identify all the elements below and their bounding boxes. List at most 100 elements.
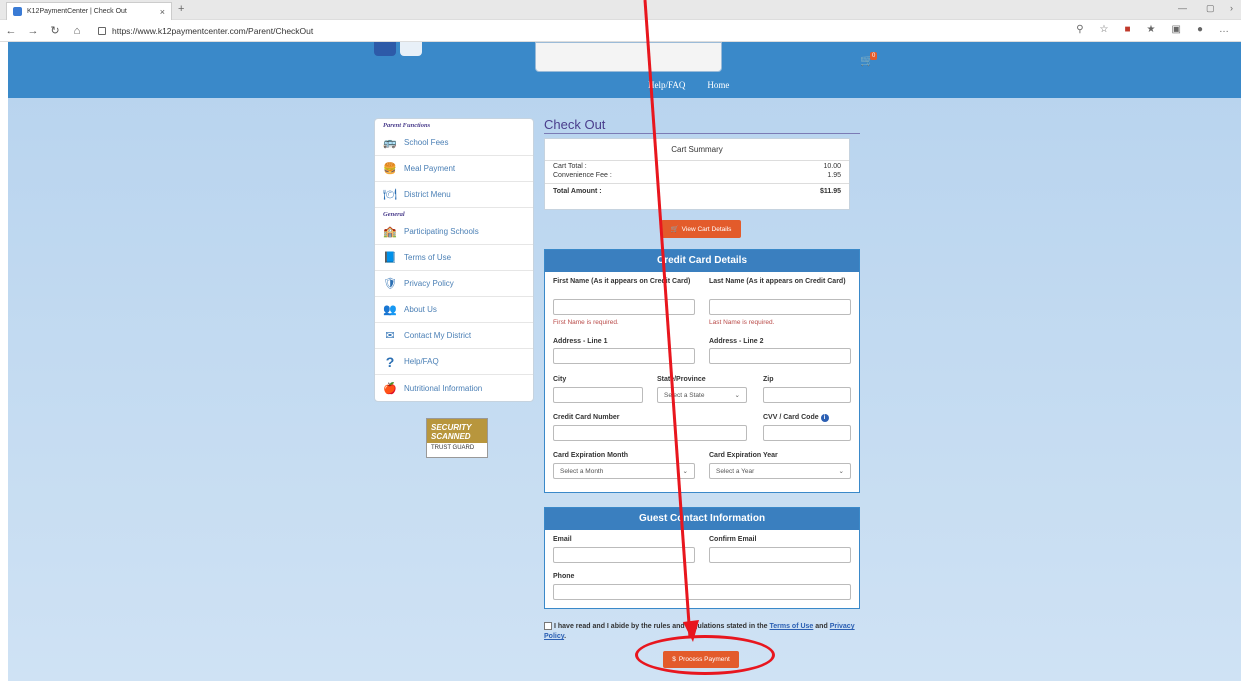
sidebar-item-contact[interactable]: ✉ Contact My District [375, 323, 533, 349]
tab-close-icon[interactable]: × [160, 7, 165, 17]
nav-help[interactable]: Help/FAQ [648, 80, 685, 90]
back-icon[interactable]: ← [0, 25, 22, 37]
refresh-icon[interactable]: ↻ [44, 24, 66, 37]
view-cart-label: View Cart Details [681, 225, 732, 233]
restore-icon[interactable]: ▢ [1206, 3, 1215, 14]
chevron-down-icon: ⌄ [838, 468, 844, 475]
zoom-icon[interactable]: ⚲ [1076, 24, 1083, 35]
fee-value: 1.95 [827, 172, 841, 179]
view-cart-details-button[interactable]: 🛒 View Cart Details [661, 220, 741, 238]
profile-avatar-icon[interactable]: ● [1197, 24, 1203, 35]
sidebar-item-school-fees[interactable]: 🚌 School Fees [375, 130, 533, 156]
exp-month-value: Select a Month [560, 467, 604, 475]
top-nav: Help/FAQ Home [648, 80, 729, 90]
browser-tab-bar: K12PaymentCenter | Check Out × + — ▢ › [0, 0, 1241, 20]
food-icon: 🍔 [383, 163, 397, 175]
phone-label: Phone [553, 573, 575, 580]
terms-of-use-link[interactable]: Terms of Use [770, 623, 814, 630]
sidebar-item-help[interactable]: ? Help/FAQ [375, 349, 533, 375]
facebook-icon[interactable] [374, 42, 396, 56]
cart-count-badge: 0 [870, 52, 878, 60]
sidebar-item-terms[interactable]: 📘 Terms of Use [375, 245, 533, 271]
cart-summary-header: Cart Summary [545, 139, 849, 161]
terms-checkbox[interactable] [544, 622, 552, 631]
confirm-email-input[interactable] [709, 547, 851, 563]
browser-tab[interactable]: K12PaymentCenter | Check Out × [6, 2, 172, 20]
sidebar-item-nutrition[interactable]: 🍎 Nutritional Information [375, 375, 533, 401]
phone-input[interactable] [553, 584, 851, 600]
zip-input[interactable] [763, 387, 851, 403]
home-icon[interactable]: ⌂ [66, 25, 88, 37]
cart-summary: Cart Summary Cart Total : 10.00 Convenien… [544, 138, 850, 210]
twitter-icon[interactable] [400, 42, 422, 56]
last-name-label: Last Name (As it appears on Credit Card) [709, 278, 846, 285]
school-icon: 🏫 [383, 226, 397, 238]
favorites-icon[interactable]: ★ [1147, 24, 1156, 35]
security-badge-sub: TRUST GUARD [431, 445, 475, 451]
exp-month-label: Card Expiration Month [553, 452, 629, 459]
city-input[interactable] [553, 387, 643, 403]
total-value: $11.95 [819, 188, 841, 195]
exp-year-select[interactable]: Select a Year ⌄ [709, 463, 851, 479]
forward-icon[interactable]: → [22, 25, 44, 37]
annotation-ellipse [635, 635, 775, 675]
sidebar-item-label: About Us [404, 305, 437, 314]
security-scanned-badge[interactable]: SECURITY SCANNED TRUST GUARD [426, 418, 488, 458]
sidebar-item-participating-schools[interactable]: 🏫 Participating Schools [375, 219, 533, 245]
state-select[interactable]: Select a State ⌄ [657, 387, 747, 403]
sidebar-item-label: District Menu [404, 190, 451, 199]
exp-month-select[interactable]: Select a Month ⌄ [553, 463, 695, 479]
minimize-icon[interactable]: — [1178, 3, 1187, 13]
address1-input[interactable] [553, 348, 695, 364]
info-icon[interactable]: i [820, 414, 829, 422]
sidebar-item-label: Contact My District [404, 331, 472, 340]
extension-icon[interactable]: ■ [1124, 24, 1130, 35]
email-label: Email [553, 536, 572, 543]
address2-input[interactable] [709, 348, 851, 364]
sidebar: Parent Functions 🚌 School Fees 🍔 Meal Paym… [374, 118, 534, 402]
close-window-icon[interactable]: › [1230, 3, 1233, 13]
guest-contact-panel: Guest Contact Information Email Confirm … [544, 507, 860, 609]
more-icon[interactable]: … [1219, 24, 1229, 35]
cart-total-row: Cart Total : 10.00 [545, 161, 849, 172]
question-icon: ? [385, 353, 395, 370]
address-bar: ← → ↻ ⌂ https://www.k12paymentcenter.com… [0, 20, 1241, 42]
card-number-label: Credit Card Number [553, 414, 620, 421]
collections-icon[interactable]: ▣ [1172, 24, 1181, 35]
last-name-error: Last Name is required. [709, 319, 775, 326]
address1-label: Address - Line 1 [553, 338, 608, 345]
terms-text: I have read and I abide by the rules and… [554, 623, 770, 630]
cvv-input[interactable] [763, 425, 851, 441]
credit-card-header: Credit Card Details [545, 250, 859, 272]
last-name-input[interactable] [709, 299, 851, 315]
shield-icon: 🛡 [383, 278, 397, 290]
url-text: https://www.k12paymentcenter.com/Parent/… [112, 25, 314, 36]
sidebar-item-label: Terms of Use [404, 253, 452, 262]
fee-row: Convenience Fee : 1.95 [545, 172, 849, 181]
sidebar-item-label: Nutritional Information [404, 383, 483, 393]
card-number-input[interactable] [553, 425, 747, 441]
terms-period: . [564, 633, 567, 640]
first-name-input[interactable] [553, 299, 695, 315]
city-label: City [553, 376, 567, 383]
cart-icon: 🛒 [670, 226, 679, 233]
book-icon: 📘 [383, 252, 397, 264]
cvv-label-text: CVV / Card Code [763, 414, 819, 421]
total-row: Total Amount : $11.95 [545, 186, 849, 197]
sidebar-item-privacy[interactable]: 🛡 Privacy Policy [375, 271, 533, 297]
summary-divider [545, 183, 849, 184]
favorite-star-icon[interactable]: ☆ [1100, 24, 1109, 35]
email-input[interactable] [553, 547, 695, 563]
site-logo[interactable] [535, 42, 722, 72]
new-tab-icon[interactable]: + [178, 3, 184, 15]
guest-contact-header: Guest Contact Information [545, 508, 859, 530]
chevron-down-icon: ⌄ [734, 392, 740, 399]
title-underline [544, 133, 860, 134]
sidebar-item-about[interactable]: 👥 About Us [375, 297, 533, 323]
url-field[interactable]: https://www.k12paymentcenter.com/Parent/… [98, 26, 313, 36]
sidebar-item-meal-payment[interactable]: 🍔 Meal Payment [375, 156, 533, 182]
nav-home[interactable]: Home [707, 80, 729, 90]
sidebar-item-district-menu[interactable]: 🍽 District Menu [375, 182, 533, 208]
total-label: Total Amount : [553, 188, 602, 195]
state-label: State/Province [657, 376, 706, 383]
